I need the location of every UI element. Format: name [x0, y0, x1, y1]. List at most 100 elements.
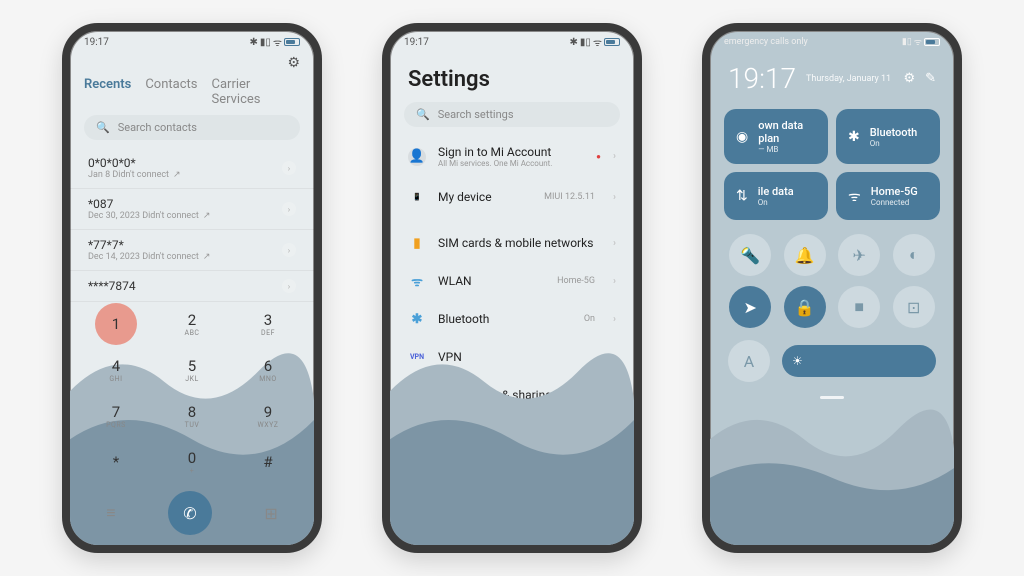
chevron-right-icon: › — [613, 390, 616, 401]
search-input[interactable]: 🔍 Search contacts — [84, 115, 300, 140]
row-label: VPN — [438, 350, 601, 364]
edit-icon[interactable]: ✎ — [925, 71, 936, 86]
outgoing-icon: ↗ — [203, 211, 211, 221]
row-label: WLAN — [438, 274, 545, 288]
settings-row[interactable]: ▮ SIM cards & mobile networks › — [390, 224, 634, 262]
key-7[interactable]: 7PQRS — [80, 395, 152, 437]
settings-row[interactable]: ◈ Connection & sharing › — [390, 376, 634, 414]
status-icons: ✱ ▮▯ ᯤ — [249, 35, 300, 49]
chevron-right-icon[interactable]: › — [282, 202, 296, 216]
status-icons: ✱ ▮▯ ᯤ — [569, 35, 620, 49]
key-2[interactable]: 2ABC — [156, 303, 228, 345]
gear-icon[interactable]: ⚙ — [287, 55, 300, 71]
row-label: Bluetooth — [438, 312, 572, 326]
tab-carrier[interactable]: Carrier Services — [212, 77, 301, 107]
dialer-tabs: Recents Contacts Carrier Services — [84, 77, 300, 107]
key-star[interactable]: * — [80, 441, 152, 483]
row-icon: ◈ — [408, 386, 426, 404]
key-8[interactable]: 8TUV — [156, 395, 228, 437]
signal-icon: ▮▯ — [902, 37, 912, 47]
chevron-right-icon[interactable]: › — [282, 161, 296, 175]
call-row[interactable]: *087Dec 30, 2023 Didn't connect ↗ › — [70, 189, 314, 230]
settings-icon[interactable]: ⚙ — [903, 71, 915, 86]
call-number: *77*7* — [88, 238, 210, 252]
key-3[interactable]: 3DEF — [232, 303, 304, 345]
call-number: *087 — [88, 197, 210, 211]
settings-list: 📱 My device MIUI 12.5.11 › ▮ SIM cards &… — [390, 178, 634, 508]
search-input[interactable]: 🔍 Search settings — [404, 102, 620, 127]
key-9[interactable]: 9WXYZ — [232, 395, 304, 437]
tile-wifi[interactable]: ᯤHome-5GConnected — [836, 172, 940, 220]
data-icon: ◉ — [736, 129, 748, 145]
font-size-button[interactable]: A — [728, 340, 770, 382]
settings-row[interactable]: ✱ Bluetooth On › — [390, 300, 634, 338]
menu-icon[interactable]: ≡ — [106, 503, 115, 523]
qs-time: 19:17 — [728, 62, 796, 95]
settings-row[interactable]: VPN VPN › — [390, 338, 634, 376]
mountain-bg — [710, 391, 954, 545]
chevron-right-icon: › — [613, 151, 616, 162]
tile-data-plan[interactable]: ◉own data plan— MB — [724, 109, 828, 164]
key-0[interactable]: 0+ — [156, 441, 228, 483]
chevron-right-icon: › — [613, 238, 616, 249]
chevron-right-icon[interactable]: › — [282, 279, 296, 293]
drag-handle[interactable] — [820, 396, 844, 399]
tile-bluetooth[interactable]: ✱BluetoothOn — [836, 109, 940, 164]
qs-toggle[interactable]: ◐ — [893, 234, 935, 276]
call-button[interactable]: ✆ — [168, 491, 212, 535]
row-icon: ᯤ — [408, 272, 426, 290]
status-bar: 19:17 ✱ ▮▯ ᯤ — [70, 31, 314, 51]
brightness-slider[interactable]: ☀ — [782, 345, 936, 377]
call-row[interactable]: *77*7*Dec 14, 2023 Didn't connect↗ › — [70, 230, 314, 271]
qs-header: 19:17 Thursday, January 11 ⚙ ✎ — [710, 50, 954, 109]
call-row[interactable]: 0*0*0*0*Jan 8 Didn't connect↗ › — [70, 148, 314, 189]
tab-contacts[interactable]: Contacts — [145, 77, 197, 107]
phone-icon: ✆ — [183, 504, 196, 523]
row-icon: 📱 — [408, 188, 426, 206]
signal-icon: ▮▯ — [580, 37, 591, 48]
settings-row[interactable]: ◐ Always-on display & Lock screen › — [390, 460, 634, 508]
qs-toggle[interactable]: ➤ — [729, 286, 771, 328]
qs-toggle[interactable]: ✈ — [838, 234, 880, 276]
chevron-right-icon: › — [613, 314, 616, 325]
qs-tiles: ◉own data plan— MB ✱BluetoothOn ⇅ile dat… — [710, 109, 954, 220]
settings-row[interactable]: ᯤ WLAN Home-5G › — [390, 262, 634, 300]
tab-recents[interactable]: Recents — [84, 77, 131, 107]
call-meta: Dec 30, 2023 Didn't connect — [88, 211, 199, 221]
call-meta: Jan 8 Didn't connect — [88, 170, 169, 180]
battery-icon — [924, 38, 940, 46]
tile-mobile-data[interactable]: ⇅ile dataOn — [724, 172, 828, 220]
settings-row[interactable]: 📱 My device MIUI 12.5.11 › — [390, 178, 634, 216]
row-label: SIM cards & mobile networks — [438, 236, 601, 250]
mi-account-row[interactable]: 👤 Sign in to Mi Account All Mi services.… — [390, 135, 634, 178]
key-5[interactable]: 5JKL — [156, 349, 228, 391]
wifi-icon: ᯤ — [273, 35, 282, 49]
row-label: Connection & sharing — [438, 388, 601, 402]
qs-toggle[interactable]: 🔦 — [729, 234, 771, 276]
key-hash[interactable]: # — [232, 441, 304, 483]
qs-toggle[interactable]: 🔒 — [784, 286, 826, 328]
key-6[interactable]: 6MNO — [232, 349, 304, 391]
key-4[interactable]: 4GHI — [80, 349, 152, 391]
qs-toggle[interactable]: ⊡ — [893, 286, 935, 328]
key-1[interactable]: 1 — [95, 303, 137, 345]
toggle-icon: 🔔 — [795, 246, 815, 265]
bluetooth-icon: ✱ — [848, 129, 860, 145]
settings-gear-row: ⚙ — [84, 55, 300, 71]
toggle-icon: 🔦 — [740, 246, 760, 265]
settings-row[interactable]: ▦ Wallpaper & personalization › — [390, 422, 634, 460]
qs-toggle[interactable]: 🔔 — [784, 234, 826, 276]
phone-settings: 19:17 ✱ ▮▯ ᯤ Settings 🔍 Search settings … — [382, 23, 642, 553]
dialpad-toggle-icon[interactable]: ⊞ — [264, 504, 277, 523]
chevron-right-icon: › — [613, 276, 616, 287]
battery-icon — [604, 38, 620, 46]
qs-toggle-grid: 🔦 🔔 ✈ ◐ ➤ 🔒 ■ ⊡ — [710, 220, 954, 334]
row-label: Wallpaper & personalization — [438, 434, 601, 448]
call-row[interactable]: ****7874 › — [70, 271, 314, 302]
row-value: Home-5G — [557, 276, 595, 286]
chevron-right-icon[interactable]: › — [282, 243, 296, 257]
toggle-icon: ■ — [854, 297, 864, 317]
mobile-data-icon: ⇅ — [736, 188, 748, 204]
row-label: My device — [438, 190, 532, 204]
qs-toggle[interactable]: ■ — [838, 286, 880, 328]
